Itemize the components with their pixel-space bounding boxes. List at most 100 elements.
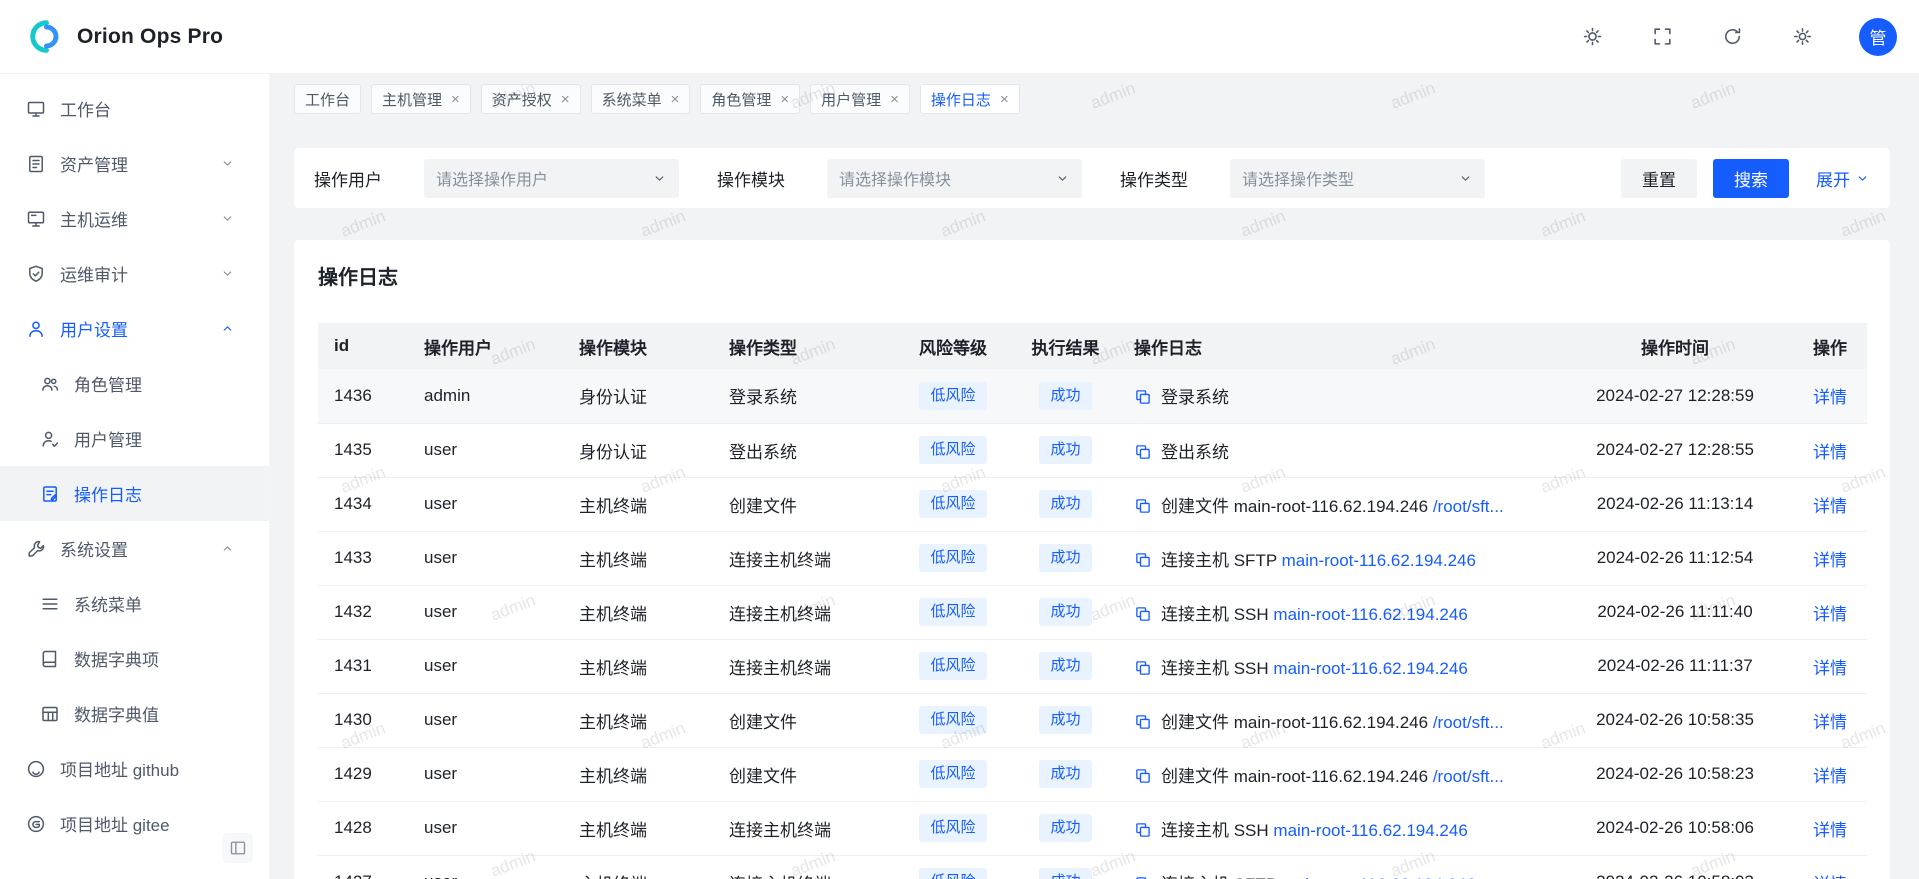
column-header-log: 操作日志 <box>1118 323 1553 369</box>
detail-link[interactable]: 详情 <box>1813 551 1847 570</box>
search-button[interactable]: 搜索 <box>1713 159 1789 198</box>
cell-log: 登录系统 <box>1118 369 1553 423</box>
sidebar-item-role-mgmt[interactable]: 角色管理 <box>0 356 269 411</box>
log-link[interactable]: /root/sft... <box>1433 767 1504 786</box>
tab-close-icon[interactable]: × <box>1000 92 1009 107</box>
fullscreen-button[interactable] <box>1649 24 1675 50</box>
log-link[interactable]: /root/sft... <box>1433 497 1504 516</box>
filter-select-op-type[interactable]: 请选择操作类型 <box>1230 159 1485 198</box>
sidebar-item-op-log[interactable]: 操作日志 <box>0 466 269 521</box>
sidebar-item-label: 数据字典项 <box>74 646 249 671</box>
filter-label: 操作用户 <box>314 166 382 191</box>
chevron-down-icon <box>1055 171 1070 186</box>
reset-button[interactable]: 重置 <box>1621 159 1697 198</box>
table-row[interactable]: 1434user主机终端创建文件低风险成功创建文件 main-root-116.… <box>318 477 1867 531</box>
column-header-risk: 风险等级 <box>893 323 1013 369</box>
cell-time: 2024-02-26 11:11:40 <box>1553 585 1797 639</box>
sidebar-collapse-button[interactable] <box>223 833 253 863</box>
log-link[interactable]: main-root-116.62.194.246 <box>1282 875 1476 879</box>
tab-close-icon[interactable]: × <box>451 92 460 107</box>
log-link[interactable]: main-root-116.62.194.246 <box>1273 605 1467 624</box>
risk-badge: 低风险 <box>919 490 986 518</box>
sidebar-item-workbench[interactable]: 工作台 <box>0 81 269 136</box>
tab-workbench[interactable]: 工作台 <box>294 84 361 114</box>
chevron-up-icon <box>220 321 235 336</box>
cell-action: 详情 <box>1797 639 1867 693</box>
sidebar-item-ops-audit[interactable]: 运维审计 <box>0 246 269 301</box>
filter-select-op-user[interactable]: 请选择操作用户 <box>424 159 679 198</box>
table-row[interactable]: 1429user主机终端创建文件低风险成功创建文件 main-root-116.… <box>318 747 1867 801</box>
expand-label: 展开 <box>1816 166 1850 191</box>
detail-link[interactable]: 详情 <box>1813 875 1847 879</box>
tab-close-icon[interactable]: × <box>780 92 789 107</box>
sidebar-item-github[interactable]: 项目地址 github <box>0 741 269 796</box>
chevron-up-icon <box>220 541 235 556</box>
tab-host-mgmt[interactable]: 主机管理 × <box>371 84 471 114</box>
settings-button[interactable] <box>1789 24 1815 50</box>
cell-module: 主机终端 <box>563 585 713 639</box>
tab-user-mgmt[interactable]: 用户管理× <box>810 84 910 114</box>
log-link[interactable]: main-root-116.62.194.246 <box>1273 821 1467 840</box>
tab-role-mgmt[interactable]: 角色管理× <box>700 84 800 114</box>
detail-link[interactable]: 详情 <box>1813 767 1847 786</box>
tab-asset-auth[interactable]: 资产授权× <box>481 84 581 114</box>
cell-user: admin <box>408 369 563 423</box>
table-row[interactable]: 1430user主机终端创建文件低风险成功创建文件 main-root-116.… <box>318 693 1867 747</box>
file-copy-icon <box>1134 875 1152 879</box>
sidebar-item-sys-menu[interactable]: 系统菜单 <box>0 576 269 631</box>
theme-button[interactable] <box>1579 24 1605 50</box>
refresh-button[interactable] <box>1719 24 1745 50</box>
sidebar-item-dict-value[interactable]: 数据字典值 <box>0 686 269 741</box>
cell-risk: 低风险 <box>893 369 1013 423</box>
sidebar-item-host-ops[interactable]: 主机运维 <box>0 191 269 246</box>
table-row[interactable]: 1432user主机终端连接主机终端低风险成功连接主机 SSH main-roo… <box>318 585 1867 639</box>
result-badge: 成功 <box>1039 436 1091 464</box>
detail-link[interactable]: 详情 <box>1813 443 1847 462</box>
sidebar-item-sys-settings[interactable]: 系统设置 <box>0 521 269 576</box>
tab-label: 主机管理 <box>382 89 442 110</box>
table-header-row: id操作用户操作模块操作类型风险等级执行结果操作日志操作时间操作 <box>318 323 1867 369</box>
detail-link[interactable]: 详情 <box>1813 821 1847 840</box>
sidebar-item-asset-mgmt[interactable]: 资产管理 <box>0 136 269 191</box>
file-copy-icon <box>1134 551 1152 569</box>
tab-close-icon[interactable]: × <box>561 92 570 107</box>
log-text: 创建文件 main-root-116.62.194.246 <box>1161 497 1433 516</box>
cell-user: user <box>408 585 563 639</box>
user-avatar[interactable]: 管 <box>1859 18 1897 56</box>
detail-link[interactable]: 详情 <box>1813 659 1847 678</box>
table-row[interactable]: 1436admin身份认证登录系统低风险成功登录系统2024-02-27 12:… <box>318 369 1867 423</box>
grid-icon <box>40 704 60 724</box>
host-icon <box>26 209 46 229</box>
filter-group-op-user: 操作用户 请选择操作用户 <box>314 159 679 198</box>
tab-op-log[interactable]: 操作日志× <box>920 84 1020 114</box>
sidebar-item-user-settings[interactable]: 用户设置 <box>0 301 269 356</box>
tab-close-icon[interactable]: × <box>671 92 680 107</box>
detail-link[interactable]: 详情 <box>1813 388 1847 407</box>
log-link[interactable]: /root/sft... <box>1433 713 1504 732</box>
table-row[interactable]: 1431user主机终端连接主机终端低风险成功连接主机 SSH main-roo… <box>318 639 1867 693</box>
log-link[interactable]: main-root-116.62.194.246 <box>1282 551 1476 570</box>
expand-toggle[interactable]: 展开 <box>1816 166 1870 191</box>
tab-label: 工作台 <box>305 89 350 110</box>
table-row[interactable]: 1427user主机终端连接主机终端低风险成功连接主机 SFTP main-ro… <box>318 855 1867 879</box>
risk-badge: 低风险 <box>919 652 986 680</box>
sidebar-item-dict-item[interactable]: 数据字典项 <box>0 631 269 686</box>
result-badge: 成功 <box>1039 490 1091 518</box>
log-link[interactable]: main-root-116.62.194.246 <box>1273 659 1467 678</box>
detail-link[interactable]: 详情 <box>1813 605 1847 624</box>
app-header: Orion Ops Pro 管 <box>0 0 1919 74</box>
table-row[interactable]: 1433user主机终端连接主机终端低风险成功连接主机 SFTP main-ro… <box>318 531 1867 585</box>
select-placeholder: 请选择操作用户 <box>436 166 652 190</box>
tab-close-icon[interactable]: × <box>890 92 899 107</box>
refresh-icon <box>1722 26 1743 47</box>
detail-link[interactable]: 详情 <box>1813 497 1847 516</box>
tab-sys-menu[interactable]: 系统菜单× <box>591 84 691 114</box>
filter-select-op-module[interactable]: 请选择操作模块 <box>827 159 1082 198</box>
cell-module: 身份认证 <box>563 423 713 477</box>
cell-log: 连接主机 SSH main-root-116.62.194.246 <box>1118 585 1553 639</box>
sidebar-item-user-mgmt[interactable]: 用户管理 <box>0 411 269 466</box>
table-row[interactable]: 1428user主机终端连接主机终端低风险成功连接主机 SSH main-roo… <box>318 801 1867 855</box>
detail-link[interactable]: 详情 <box>1813 713 1847 732</box>
cell-module: 主机终端 <box>563 693 713 747</box>
table-row[interactable]: 1435user身份认证登出系统低风险成功登出系统2024-02-27 12:2… <box>318 423 1867 477</box>
